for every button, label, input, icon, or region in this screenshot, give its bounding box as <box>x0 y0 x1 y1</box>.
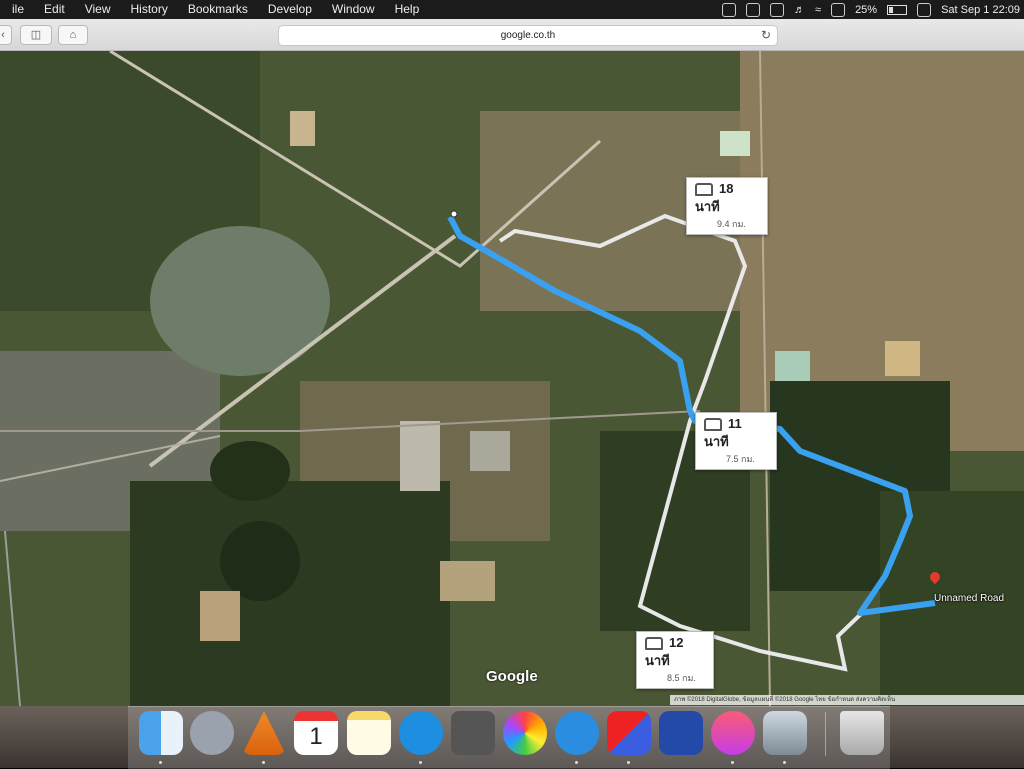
battery-percent[interactable]: 25% <box>855 4 877 16</box>
menu-file[interactable]: ile <box>2 0 34 19</box>
dock-separator <box>825 712 826 756</box>
browser-toolbar: ‹ ◫ ⌂ google.co.th ↻ <box>0 19 1024 51</box>
origin-marker[interactable] <box>450 210 458 218</box>
airplay-icon[interactable] <box>831 2 846 17</box>
itunes-icon[interactable] <box>711 711 755 755</box>
menu-bookmarks[interactable]: Bookmarks <box>178 0 258 19</box>
volume-icon[interactable]: ♬ <box>794 4 805 16</box>
running-indicator <box>575 761 578 764</box>
running-indicator <box>159 761 162 764</box>
finder-icon[interactable] <box>139 711 183 755</box>
google-logo: Google <box>486 668 538 685</box>
app-menu: ile Edit View History Bookmarks Develop … <box>2 0 429 19</box>
safari-icon[interactable] <box>555 711 599 755</box>
url-text: google.co.th <box>500 30 556 41</box>
route-distance-2: 7.5 กม. <box>726 454 755 465</box>
back-button[interactable]: ‹ <box>0 25 12 45</box>
status-area: ♬ ≈ 25% Sat Sep 1 22:09 <box>722 0 1020 19</box>
reload-icon[interactable]: ↻ <box>761 26 771 45</box>
car-icon <box>695 183 713 197</box>
calendar-icon[interactable]: 1 <box>294 711 338 755</box>
clock[interactable]: Sat Sep 1 22:09 <box>941 4 1020 16</box>
input-source-icon[interactable] <box>917 2 932 17</box>
menu-window[interactable]: Window <box>322 0 385 19</box>
menu-edit[interactable]: Edit <box>34 0 75 19</box>
car-icon <box>704 418 722 432</box>
accessibility-icon[interactable] <box>722 2 737 17</box>
launchpad-icon[interactable] <box>190 711 234 755</box>
map-attribution: ภาพ ©2018 DigitalGlobe, ข้อมูลแผนที่ ©20… <box>670 695 1024 705</box>
running-indicator <box>627 761 630 764</box>
address-bar[interactable]: google.co.th ↻ <box>278 25 778 46</box>
running-indicator <box>419 761 422 764</box>
wifi-icon[interactable]: ≈ <box>815 4 821 16</box>
destination-label[interactable]: Unnamed Road <box>934 593 1004 604</box>
dropbox-icon[interactable] <box>770 2 785 17</box>
route-distance-3: 8.5 กม. <box>667 673 696 684</box>
trash-icon[interactable] <box>840 711 884 755</box>
route-distance-1: 9.4 กม. <box>717 219 746 230</box>
battery-icon[interactable] <box>887 4 908 15</box>
photos-icon[interactable] <box>503 711 547 755</box>
parallels-icon[interactable] <box>607 711 651 755</box>
menu-develop[interactable]: Develop <box>258 0 322 19</box>
route-bubble-3[interactable]: 12 นาที 8.5 กม. <box>636 631 714 690</box>
route-bubble-1[interactable]: 18 นาที 9.4 กม. <box>686 177 768 236</box>
notes-icon[interactable] <box>347 711 391 755</box>
map-canvas <box>0 51 1024 706</box>
running-indicator <box>783 761 786 764</box>
reservoir <box>150 226 330 376</box>
menu-help[interactable]: Help <box>385 0 430 19</box>
menu-history[interactable]: History <box>121 0 178 19</box>
menu-view[interactable]: View <box>75 0 121 19</box>
car-icon <box>645 637 663 651</box>
sidebar-button[interactable]: ◫ <box>20 25 52 45</box>
time-machine-icon[interactable] <box>746 2 761 17</box>
home-button[interactable]: ⌂ <box>58 25 88 45</box>
menu-bar: ile Edit View History Bookmarks Develop … <box>0 0 1024 19</box>
satellite-map[interactable]: 18 นาที 9.4 กม. 11 นาที 7.5 กม. 12 นาที … <box>0 51 1024 706</box>
keynote-icon[interactable] <box>659 711 703 755</box>
preview-icon[interactable] <box>763 711 807 755</box>
app-store-icon[interactable] <box>399 711 443 755</box>
system-preferences-icon[interactable] <box>451 711 495 755</box>
running-indicator <box>731 761 734 764</box>
route-bubble-2[interactable]: 11 นาที 7.5 กม. <box>695 412 777 471</box>
running-indicator <box>262 761 265 764</box>
